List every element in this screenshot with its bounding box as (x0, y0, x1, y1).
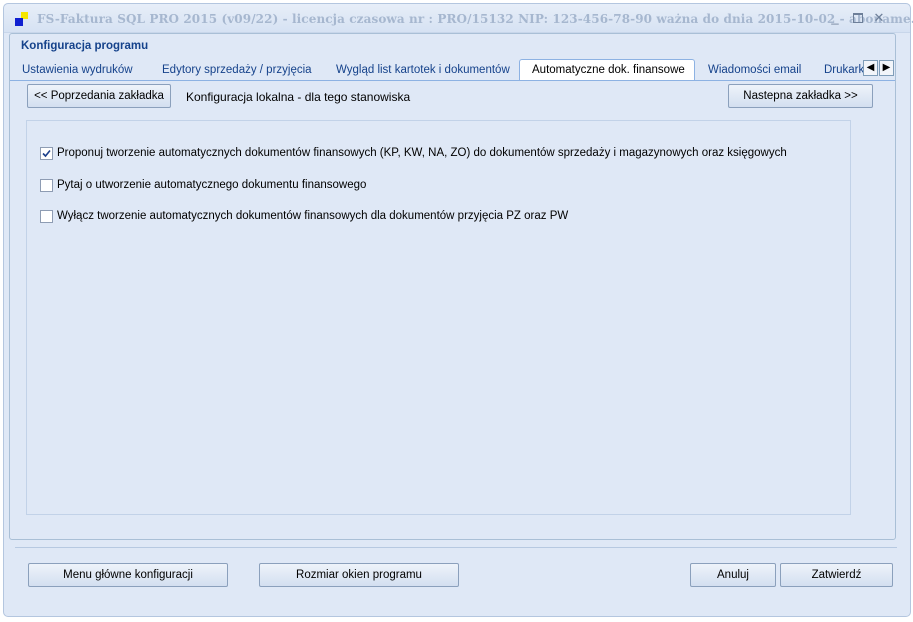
option-label: Proponuj tworzenie automatycznych dokume… (57, 147, 787, 159)
option-label: Pytaj o utworzenie automatycznego dokume… (57, 179, 367, 191)
minimize-icon[interactable]: _ (827, 10, 843, 26)
tab-list-appearance[interactable]: Wygląd list kartotek i dokumentów (336, 62, 510, 79)
checkbox[interactable] (40, 210, 53, 223)
arrow-left-icon[interactable]: ◀ (863, 60, 878, 76)
app-logo-icon (15, 12, 29, 26)
footer-divider (15, 547, 897, 548)
button-label: Menu główne konfiguracji (63, 569, 193, 581)
tab-bar: Ustawienia wydruków Edytory sprzedaży / … (10, 59, 895, 81)
next-tab-button[interactable]: Nastepna zakładka >> (728, 84, 873, 108)
tab-email[interactable]: Wiadomości email (708, 62, 801, 79)
page-title: Konfiguracja programu (21, 40, 149, 52)
window-title: FS-Faktura SQL PRO 2015 (v09/22) - licen… (37, 12, 913, 26)
confirm-button[interactable]: Zatwierdź (780, 563, 893, 587)
checkbox[interactable] (40, 179, 53, 192)
tab-sales-editors[interactable]: Edytory sprzedaży / przyjęcia (162, 62, 312, 79)
window-size-button[interactable]: Rozmiar okien programu (259, 563, 459, 587)
maximize-icon[interactable] (850, 10, 866, 26)
option-label: Wyłącz tworzenie automatycznych dokument… (57, 210, 569, 222)
cancel-button[interactable]: Anuluj (690, 563, 776, 587)
tab-printers[interactable]: Drukarki (824, 62, 867, 79)
checkbox[interactable] (40, 147, 53, 160)
button-label: Rozmiar okien programu (296, 569, 422, 581)
close-icon[interactable]: ✕ (871, 10, 887, 26)
button-label: Anuluj (717, 569, 749, 581)
tab-caption: Konfiguracja lokalna - dla tego stanowis… (186, 90, 411, 104)
main-config-menu-button[interactable]: Menu główne konfiguracji (28, 563, 228, 587)
tab-print-settings[interactable]: Ustawienia wydruków (22, 62, 133, 79)
arrow-right-icon[interactable]: ▶ (879, 60, 894, 76)
prev-tab-button[interactable]: << Poprzedania zakładka (27, 84, 171, 108)
button-label: Zatwierdź (811, 569, 862, 581)
title-bar: FS-Faktura SQL PRO 2015 (v09/22) - licen… (4, 4, 913, 33)
tab-auto-finance-docs[interactable]: Automatyczne dok. finansowe (519, 59, 695, 80)
